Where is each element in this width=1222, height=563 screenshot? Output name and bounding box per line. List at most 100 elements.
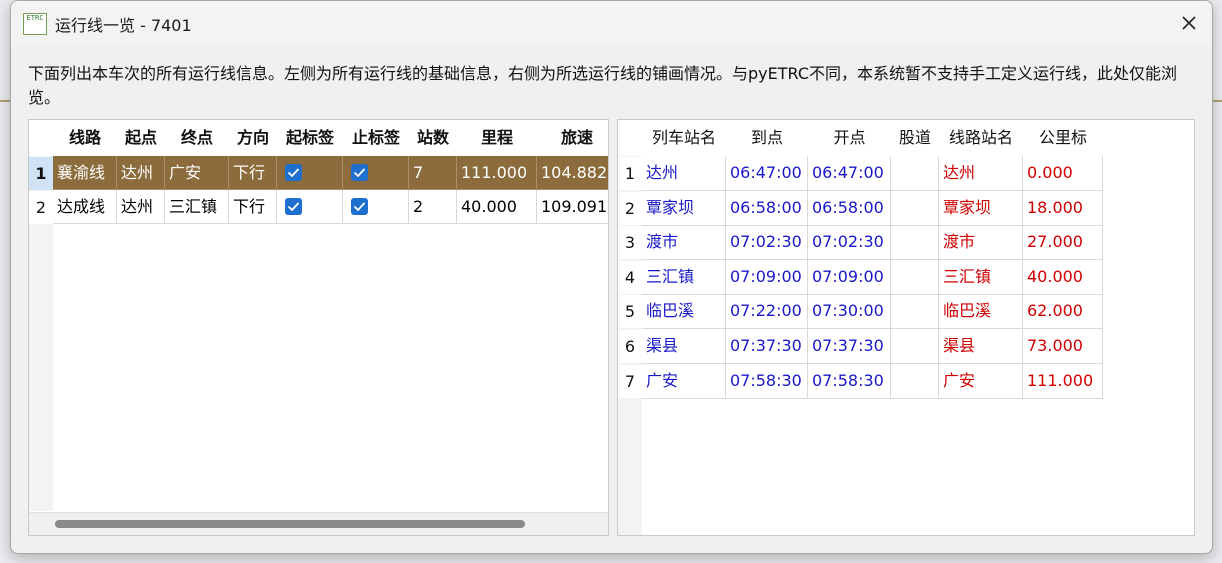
close-button[interactable] (1166, 1, 1212, 45)
cell-km[interactable]: 73.000 (1023, 329, 1103, 364)
column-header-line[interactable]: 线路 (53, 120, 117, 156)
cell-line-station[interactable]: 达州 (939, 156, 1023, 191)
cell-end[interactable]: 三汇镇 (165, 190, 229, 224)
cell-depart[interactable]: 07:58:30 (808, 364, 891, 399)
cell-end-tag[interactable] (343, 190, 409, 224)
cell-line-station[interactable]: 渡市 (939, 225, 1023, 260)
cell-line-station[interactable]: 三汇镇 (939, 260, 1023, 295)
cell-track[interactable] (891, 329, 939, 364)
cell-mileage[interactable]: 40.000 (457, 190, 537, 224)
window-title: 运行线一览 - 7401 (55, 16, 192, 35)
cell-depart[interactable]: 06:47:00 (808, 156, 891, 191)
cell-arrive[interactable]: 07:02:30 (726, 225, 808, 260)
cell-km[interactable]: 111.000 (1023, 364, 1103, 399)
cell-direction[interactable]: 下行 (229, 190, 277, 224)
description-text: 下面列出本车次的所有运行线信息。左侧为所有运行线的基础信息，右侧为所选运行线的铺… (28, 64, 1178, 107)
cell-depart[interactable]: 07:02:30 (808, 225, 891, 260)
cell-start-tag[interactable] (277, 156, 343, 190)
cell-train-station[interactable]: 覃家坝 (642, 191, 726, 226)
cell-arrive[interactable]: 07:09:00 (726, 260, 808, 295)
cell-start-tag[interactable] (277, 190, 343, 224)
cell-train-station[interactable]: 临巴溪 (642, 294, 726, 329)
cell-start[interactable]: 达州 (117, 190, 165, 224)
horizontal-scrollbar[interactable] (29, 512, 608, 535)
cell-speed[interactable]: 109.091 (537, 190, 608, 224)
start-tag-checkbox[interactable] (285, 164, 302, 181)
cell-arrive[interactable]: 07:22:00 (726, 294, 808, 329)
cell-start[interactable]: 达州 (117, 156, 165, 190)
row-number[interactable]: 5 (618, 295, 642, 328)
cell-line[interactable]: 达成线 (53, 190, 117, 224)
column-header-track[interactable]: 股道 (891, 120, 939, 156)
cell-track[interactable] (891, 364, 939, 399)
cell-km[interactable]: 62.000 (1023, 294, 1103, 329)
row-number[interactable]: 2 (618, 192, 642, 225)
cell-depart[interactable]: 07:30:00 (808, 294, 891, 329)
cell-arrive[interactable]: 07:37:30 (726, 329, 808, 364)
cell-km[interactable]: 0.000 (1023, 156, 1103, 191)
background-graph-line (0, 100, 10, 102)
column-header-end[interactable]: 终点 (165, 120, 229, 156)
cell-line[interactable]: 襄渝线 (53, 156, 117, 190)
cell-stations[interactable]: 7 (409, 156, 457, 190)
cell-arrive[interactable]: 06:47:00 (726, 156, 808, 191)
cell-direction[interactable]: 下行 (229, 156, 277, 190)
column-header-line-station[interactable]: 线路站名 (939, 120, 1023, 156)
column-header-speed[interactable]: 旅速 (537, 120, 608, 156)
row-number[interactable]: 1 (618, 157, 642, 190)
column-header-direction[interactable]: 方向 (229, 120, 277, 156)
cell-km[interactable]: 40.000 (1023, 260, 1103, 295)
cell-line-station[interactable]: 临巴溪 (939, 294, 1023, 329)
cell-depart[interactable]: 07:09:00 (808, 260, 891, 295)
cell-line-station[interactable]: 广安 (939, 364, 1023, 399)
cell-arrive[interactable]: 06:58:00 (726, 191, 808, 226)
cell-track[interactable] (891, 225, 939, 260)
cell-train-station[interactable]: 达州 (642, 156, 726, 191)
column-header-arrive[interactable]: 到点 (726, 120, 808, 156)
end-tag-checkbox[interactable] (351, 164, 368, 181)
column-header-stations[interactable]: 站数 (409, 120, 457, 156)
cell-train-station[interactable]: 渡市 (642, 225, 726, 260)
row-number[interactable]: 6 (618, 330, 642, 363)
column-header-km[interactable]: 公里标 (1023, 120, 1103, 156)
row-number[interactable]: 2 (29, 191, 53, 224)
cell-km[interactable]: 18.000 (1023, 191, 1103, 226)
column-header-end-tag[interactable]: 止标签 (343, 120, 409, 156)
cell-arrive[interactable]: 07:58:30 (726, 364, 808, 399)
end-tag-checkbox[interactable] (351, 198, 368, 215)
cell-depart[interactable]: 06:58:00 (808, 191, 891, 226)
run-lines-table[interactable]: 线路 起点 终点 方向 起标签 止标签 站数 里程 旅速 1 襄渝线 达州 广安… (28, 119, 609, 536)
cell-train-station[interactable]: 广安 (642, 364, 726, 399)
column-header-start-tag[interactable]: 起标签 (277, 120, 343, 156)
row-number[interactable]: 3 (618, 226, 642, 259)
cell-train-station[interactable]: 渠县 (642, 329, 726, 364)
column-header-depart[interactable]: 开点 (808, 120, 891, 156)
cell-end-tag[interactable] (343, 156, 409, 190)
cell-depart[interactable]: 07:37:30 (808, 329, 891, 364)
cell-track[interactable] (891, 191, 939, 226)
column-header-start[interactable]: 起点 (117, 120, 165, 156)
corner-cell[interactable] (29, 120, 53, 156)
title-bar[interactable]: ETRC 运行线一览 - 7401 (11, 1, 1212, 45)
row-number[interactable]: 4 (618, 261, 642, 294)
cell-mileage[interactable]: 111.000 (457, 156, 537, 190)
cell-train-station[interactable]: 三汇镇 (642, 260, 726, 295)
row-number[interactable]: 1 (29, 157, 53, 190)
cell-track[interactable] (891, 294, 939, 329)
corner-cell[interactable] (618, 120, 642, 156)
timetable-table[interactable]: 列车站名 到点 开点 股道 线路站名 公里标 1 达州 06:47:00 06:47:… (617, 119, 1195, 536)
scrollbar-thumb[interactable] (55, 520, 525, 528)
cell-speed[interactable]: 104.882 (537, 156, 608, 190)
row-number[interactable]: 7 (618, 365, 642, 398)
column-header-mileage[interactable]: 里程 (457, 120, 537, 156)
cell-km[interactable]: 27.000 (1023, 225, 1103, 260)
cell-line-station[interactable]: 覃家坝 (939, 191, 1023, 226)
cell-line-station[interactable]: 渠县 (939, 329, 1023, 364)
column-header-train-station[interactable]: 列车站名 (642, 120, 726, 156)
cell-stations[interactable]: 2 (409, 190, 457, 224)
cell-track[interactable] (891, 260, 939, 295)
cell-end[interactable]: 广安 (165, 156, 229, 190)
cell-track[interactable] (891, 156, 939, 191)
check-icon (287, 168, 300, 178)
start-tag-checkbox[interactable] (285, 198, 302, 215)
